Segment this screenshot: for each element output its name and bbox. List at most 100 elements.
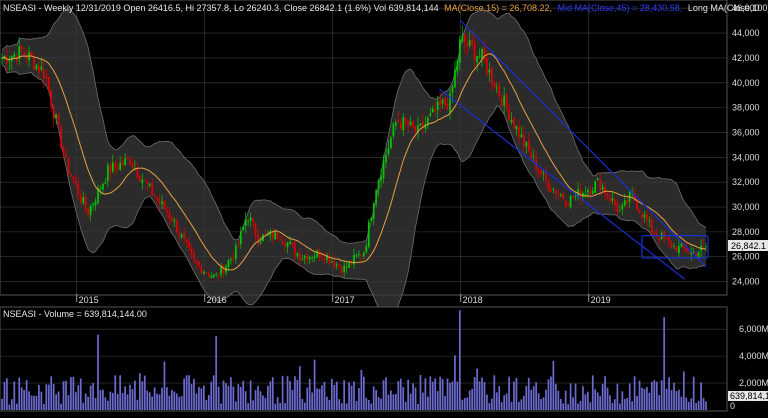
candle-body	[542, 172, 545, 174]
volume-bar	[28, 391, 30, 410]
candle-body	[641, 214, 643, 218]
candle-body	[387, 148, 390, 155]
candle-body	[252, 218, 254, 222]
candle-body	[284, 243, 286, 247]
candle-body	[148, 183, 151, 186]
volume-bar	[271, 377, 274, 410]
volume-bar	[394, 394, 397, 410]
candle-body	[111, 162, 114, 172]
volume-bar	[628, 383, 631, 410]
volume-tick-label: 6,000M	[739, 324, 768, 334]
candle-body	[540, 170, 542, 175]
volume-bar	[79, 378, 82, 410]
candle-body	[151, 183, 154, 196]
volume-bar	[330, 378, 333, 410]
candle-body	[163, 200, 166, 210]
candle-body	[348, 261, 350, 268]
candle-body	[232, 257, 235, 260]
candle-body	[490, 67, 493, 84]
ma100-label: Long MA(Close,100) = 32,	[688, 3, 768, 13]
candle-body	[409, 121, 412, 126]
candle-body	[183, 233, 186, 239]
candle-body	[276, 232, 279, 239]
candle-body	[554, 190, 557, 195]
candle-body	[358, 253, 360, 255]
volume-bar	[372, 386, 375, 410]
volume-bar	[156, 393, 158, 410]
volume-bar	[668, 377, 670, 410]
volume-bar	[321, 385, 323, 410]
volume-bar	[350, 385, 353, 410]
candle-body	[604, 187, 606, 194]
volume-bar	[308, 378, 311, 410]
candle-body	[119, 162, 122, 170]
year-tick-label: 2017	[335, 295, 355, 305]
candle-body	[35, 64, 38, 70]
candle-body	[599, 179, 602, 190]
volume-bar	[15, 403, 18, 410]
volume-bar	[6, 378, 8, 410]
candle-body	[156, 197, 158, 200]
volume-bar	[296, 380, 299, 410]
candle-body	[658, 237, 661, 241]
candle-body	[618, 210, 621, 212]
candle-body	[321, 256, 323, 258]
volume-bar	[621, 391, 624, 410]
candle-body	[303, 256, 306, 259]
volume-bar	[335, 381, 338, 410]
volume-bar	[609, 395, 611, 410]
candle-body	[493, 82, 496, 89]
volume-bar	[451, 381, 454, 410]
volume-bar	[65, 380, 67, 410]
volume-bar	[326, 396, 328, 410]
candle-body	[382, 160, 385, 179]
volume-bar	[74, 392, 77, 410]
volume-bar	[338, 399, 341, 410]
volume-bar	[291, 389, 294, 410]
candle-body	[392, 124, 395, 137]
candle-body	[84, 196, 87, 211]
header-prefix: NSEASI - Weekly 12/31/2019 Open 26416.5,…	[3, 3, 439, 13]
volume-bar	[190, 383, 193, 410]
candle-body	[572, 196, 574, 199]
volume-bar	[153, 387, 156, 410]
candle-body	[407, 120, 410, 127]
volume-bar	[584, 394, 587, 410]
volume-bar	[466, 397, 469, 410]
candle-body	[190, 248, 193, 254]
volume-bar	[264, 397, 267, 410]
price-tick-label: 38,000	[732, 103, 760, 113]
volume-bar	[180, 396, 183, 410]
volume-bar	[426, 396, 429, 410]
candle-body	[92, 203, 94, 206]
candle-body	[589, 190, 592, 194]
candle-body	[520, 134, 523, 138]
candle-body	[178, 233, 181, 236]
candle-body	[313, 256, 316, 259]
candle-body	[579, 188, 582, 199]
volume-bar	[170, 389, 173, 410]
volume-bar	[355, 401, 358, 410]
candle-body	[143, 179, 146, 180]
volume-bar	[478, 381, 481, 410]
candle-body	[340, 267, 343, 274]
volume-bar	[648, 392, 651, 410]
volume-bar	[301, 398, 304, 410]
candle-body	[697, 252, 700, 258]
volume-bar	[294, 376, 296, 410]
candle-body	[188, 242, 190, 249]
volume-bar	[402, 387, 405, 410]
volume-bar	[114, 375, 117, 410]
volume-bar	[84, 393, 87, 410]
volume-bar	[358, 388, 360, 410]
candle-body	[468, 40, 471, 46]
volume-tick-label: 4,000M	[739, 351, 768, 361]
volume-bar	[429, 376, 432, 410]
volume-bar	[554, 383, 557, 410]
candle-body	[259, 241, 262, 244]
candle-body	[355, 255, 358, 257]
volume-bar	[439, 376, 442, 410]
volume-bar	[377, 396, 380, 410]
volume-bar	[545, 389, 547, 410]
volume-bar	[658, 395, 661, 410]
